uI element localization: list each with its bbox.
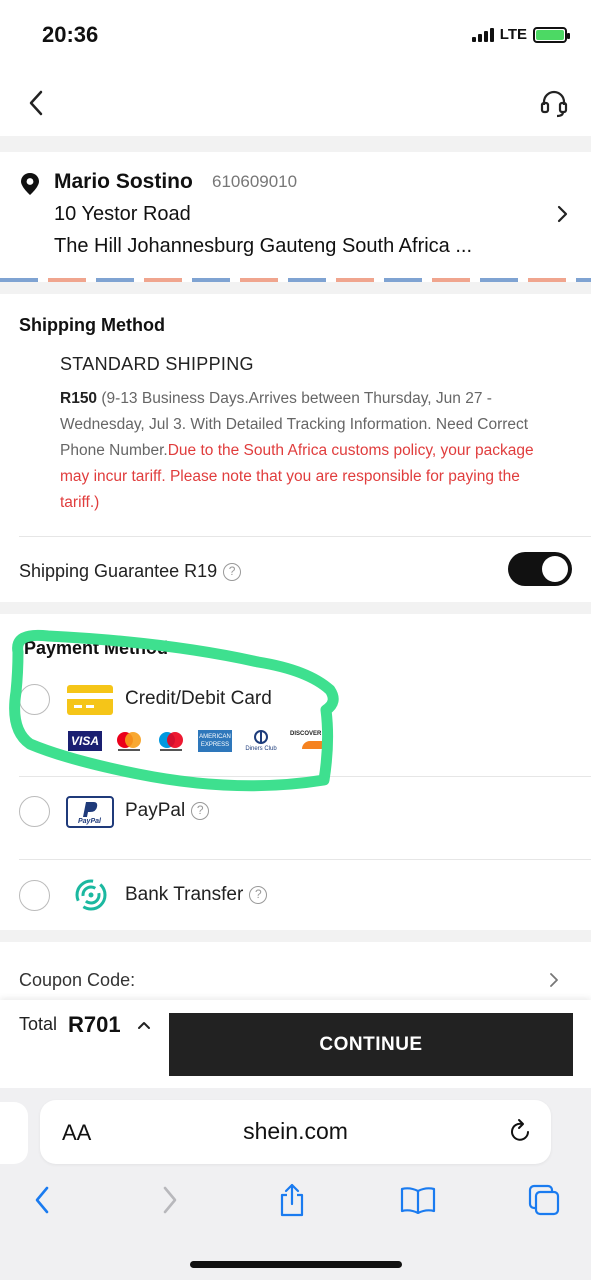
- browser-forward-button[interactable]: [150, 1182, 190, 1218]
- mastercard-logo: [117, 732, 141, 751]
- radio-bank-transfer[interactable]: [19, 880, 50, 911]
- continue-button[interactable]: CONTINUE: [169, 1013, 573, 1076]
- shipping-guarantee-label: Shipping Guarantee R19: [19, 561, 218, 581]
- discover-text: DISCOVER: [290, 731, 322, 737]
- network-label: LTE: [499, 26, 527, 43]
- radio-credit-card[interactable]: [19, 684, 50, 715]
- book-icon: [400, 1187, 436, 1214]
- browser-toolbar: AA shein.com: [0, 1088, 591, 1280]
- share-icon: [280, 1183, 304, 1217]
- previous-tab-preview[interactable]: [0, 1102, 28, 1164]
- bookmarks-button[interactable]: [398, 1182, 438, 1218]
- bank-transfer-label: Bank Transfer: [125, 884, 244, 905]
- divider: [19, 776, 591, 777]
- total-label: Total: [19, 1014, 58, 1034]
- card-brand-logos: VISA AMERICAN EXPRESS Diners Club DISCOV…: [68, 730, 326, 752]
- tabs-icon: [528, 1184, 560, 1216]
- diners-club-text: Diners Club: [245, 746, 277, 752]
- tabs-button[interactable]: [524, 1182, 564, 1218]
- payment-method-card: Payment Method Credit/Debit Card VISA AM…: [0, 614, 591, 930]
- signal-icon: [471, 27, 494, 42]
- bank-transfer-icon: [75, 879, 107, 911]
- chevron-left-icon: [29, 90, 43, 116]
- battery-icon: [533, 26, 570, 43]
- status-indicators: LTE: [471, 26, 570, 43]
- maestro-logo: [159, 732, 183, 751]
- chevron-right-icon: [550, 973, 558, 987]
- chevron-right-icon: [557, 205, 568, 223]
- nav-header: [0, 70, 591, 136]
- home-indicator: [190, 1261, 402, 1268]
- address-line-2: The Hill Johannesburg Gauteng South Afri…: [54, 235, 473, 257]
- back-button[interactable]: [26, 90, 48, 116]
- shipping-method-card: Shipping Method STANDARD SHIPPING R150 (…: [0, 294, 591, 602]
- divider: [19, 536, 591, 537]
- payment-option-label: Credit/Debit Card: [125, 688, 272, 709]
- customer-support-button[interactable]: [539, 88, 569, 118]
- chevron-up-icon[interactable]: [137, 1020, 151, 1030]
- payment-option-bank-transfer[interactable]: Bank Transfer?: [0, 878, 591, 928]
- total-amount[interactable]: R701: [68, 1012, 121, 1038]
- headset-icon: [540, 90, 568, 118]
- shipping-description: R150 (9-13 Business Days.Arrives between…: [60, 386, 560, 516]
- radio-paypal[interactable]: [19, 796, 50, 827]
- chevron-right-icon: [163, 1186, 177, 1214]
- checkout-bar: Total R701 CONTINUE: [0, 1000, 591, 1088]
- help-icon[interactable]: ?: [249, 886, 268, 904]
- address-bar[interactable]: AA shein.com: [40, 1100, 551, 1164]
- discover-logo: DISCOVER: [290, 731, 326, 751]
- credit-card-icon: [67, 685, 113, 715]
- recipient-phone: 610609010: [212, 172, 298, 191]
- shipping-price: R150: [60, 390, 98, 407]
- shipping-guarantee: Shipping Guarantee R19?: [19, 561, 242, 582]
- coupon-code-row[interactable]: Coupon Code:: [0, 942, 591, 1002]
- amex-logo: AMERICAN EXPRESS: [198, 730, 232, 752]
- help-icon[interactable]: ?: [191, 802, 210, 820]
- payment-method-title: Payment Method: [24, 638, 169, 658]
- shipping-option-name[interactable]: STANDARD SHIPPING: [60, 354, 254, 375]
- help-icon[interactable]: ?: [223, 563, 242, 581]
- address-line-1: 10 Yestor Road: [54, 203, 191, 225]
- browser-back-button[interactable]: [22, 1182, 62, 1218]
- paypal-logo-text: PayPal: [78, 818, 101, 825]
- paypal-label: PayPal: [125, 800, 186, 821]
- toggle-knob: [542, 556, 568, 582]
- status-time: 20:36: [42, 22, 99, 47]
- reload-icon[interactable]: [509, 1118, 533, 1144]
- location-pin-icon: [21, 173, 39, 195]
- diners-club-logo: Diners Club: [244, 730, 278, 752]
- share-button[interactable]: [272, 1182, 312, 1218]
- payment-option-label: PayPal?: [125, 800, 210, 822]
- recipient-name: Mario Sostino: [54, 170, 193, 193]
- status-bar: 20:36 LTE: [0, 0, 591, 70]
- chevron-left-icon: [35, 1186, 49, 1214]
- shipping-guarantee-toggle[interactable]: [508, 552, 572, 586]
- payment-option-label: Bank Transfer?: [125, 884, 268, 906]
- divider: [19, 859, 591, 860]
- url-text[interactable]: shein.com: [40, 1118, 551, 1145]
- coupon-code-label: Coupon Code:: [19, 970, 136, 990]
- visa-logo: VISA: [68, 731, 102, 751]
- airmail-border: [0, 278, 591, 282]
- shipping-address-card[interactable]: Mario Sostino 610609010 10 Yestor Road T…: [0, 152, 591, 282]
- diners-club-icon: [254, 730, 268, 744]
- browser-nav-toolbar: [0, 1182, 591, 1222]
- shipping-method-title: Shipping Method: [19, 315, 165, 335]
- payment-option-paypal[interactable]: PayPal PayPal?: [0, 794, 591, 860]
